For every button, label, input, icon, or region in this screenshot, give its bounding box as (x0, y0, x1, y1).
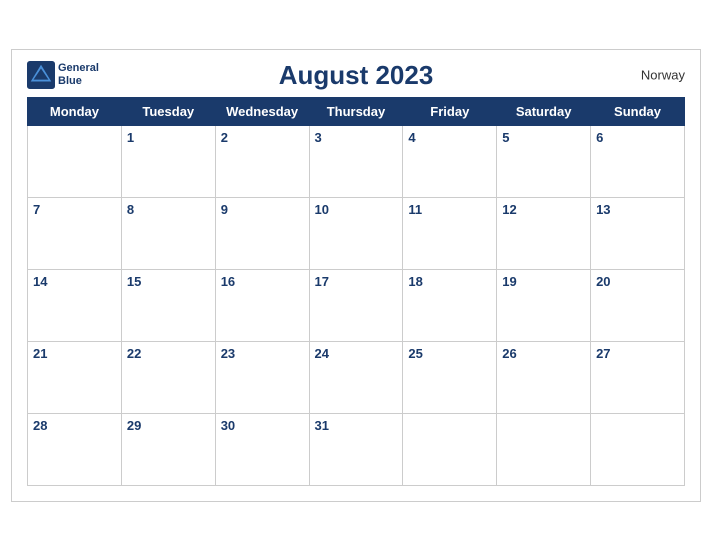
calendar-day-cell (403, 413, 497, 485)
day-number: 2 (221, 130, 228, 145)
calendar-day-cell: 12 (497, 197, 591, 269)
general-blue-logo-icon (27, 61, 55, 89)
calendar-day-cell: 18 (403, 269, 497, 341)
calendar-week-row: 21 22 23 24 25 26 27 (28, 341, 685, 413)
calendar-day-cell: 15 (121, 269, 215, 341)
day-number: 6 (596, 130, 603, 145)
calendar-day-cell: 30 (215, 413, 309, 485)
logo-area: General Blue (27, 61, 99, 89)
day-number: 29 (127, 418, 141, 433)
weekday-header-monday: Monday (28, 97, 122, 125)
day-number: 21 (33, 346, 47, 361)
calendar-day-cell: 22 (121, 341, 215, 413)
day-number: 27 (596, 346, 610, 361)
calendar-day-cell: 27 (591, 341, 685, 413)
day-number: 23 (221, 346, 235, 361)
day-number: 22 (127, 346, 141, 361)
calendar-day-cell: 2 (215, 125, 309, 197)
calendar-day-cell: 19 (497, 269, 591, 341)
day-number: 24 (315, 346, 329, 361)
calendar-day-cell: 4 (403, 125, 497, 197)
calendar-day-cell: 9 (215, 197, 309, 269)
calendar-header: General Blue August 2023 Norway (27, 60, 685, 91)
calendar-day-cell (497, 413, 591, 485)
calendar-day-cell: 6 (591, 125, 685, 197)
day-number: 20 (596, 274, 610, 289)
day-number: 11 (408, 202, 422, 217)
day-number: 26 (502, 346, 516, 361)
day-number: 28 (33, 418, 47, 433)
day-number: 5 (502, 130, 509, 145)
calendar-week-row: 28 29 30 31 (28, 413, 685, 485)
day-number: 4 (408, 130, 415, 145)
calendar-day-cell: 16 (215, 269, 309, 341)
calendar-day-cell: 21 (28, 341, 122, 413)
calendar-day-cell: 20 (591, 269, 685, 341)
day-number: 9 (221, 202, 228, 217)
day-number: 7 (33, 202, 40, 217)
calendar-day-cell: 23 (215, 341, 309, 413)
calendar-week-row: 14 15 16 17 18 19 20 (28, 269, 685, 341)
day-number: 19 (502, 274, 516, 289)
logo-text: General Blue (58, 62, 99, 88)
day-number: 25 (408, 346, 422, 361)
calendar-title: August 2023 (279, 60, 434, 91)
calendar-day-cell: 28 (28, 413, 122, 485)
calendar-body: 1234567891011121314151617181920212223242… (28, 125, 685, 485)
calendar-day-cell: 1 (121, 125, 215, 197)
weekday-header-row: MondayTuesdayWednesdayThursdayFridaySatu… (28, 97, 685, 125)
calendar-day-cell (28, 125, 122, 197)
weekday-header-friday: Friday (403, 97, 497, 125)
calendar-day-cell: 10 (309, 197, 403, 269)
day-number: 13 (596, 202, 610, 217)
calendar-day-cell: 25 (403, 341, 497, 413)
weekday-header-sunday: Sunday (591, 97, 685, 125)
calendar-day-cell: 8 (121, 197, 215, 269)
day-number: 17 (315, 274, 329, 289)
day-number: 12 (502, 202, 516, 217)
calendar-day-cell: 5 (497, 125, 591, 197)
calendar-day-cell: 14 (28, 269, 122, 341)
calendar-day-cell (591, 413, 685, 485)
day-number: 14 (33, 274, 47, 289)
calendar-container: General Blue August 2023 Norway MondayTu… (11, 49, 701, 502)
day-number: 10 (315, 202, 329, 217)
calendar-day-cell: 17 (309, 269, 403, 341)
calendar-day-cell: 3 (309, 125, 403, 197)
calendar-day-cell: 26 (497, 341, 591, 413)
calendar-week-row: 1 2 3 4 5 6 (28, 125, 685, 197)
day-number: 1 (127, 130, 134, 145)
day-number: 3 (315, 130, 322, 145)
calendar-day-cell: 7 (28, 197, 122, 269)
country-label: Norway (641, 68, 685, 83)
weekday-header-wednesday: Wednesday (215, 97, 309, 125)
day-number: 31 (315, 418, 329, 433)
day-number: 16 (221, 274, 235, 289)
weekday-header-saturday: Saturday (497, 97, 591, 125)
calendar-day-cell: 11 (403, 197, 497, 269)
calendar-day-cell: 13 (591, 197, 685, 269)
day-number: 15 (127, 274, 141, 289)
calendar-thead: MondayTuesdayWednesdayThursdayFridaySatu… (28, 97, 685, 125)
weekday-header-thursday: Thursday (309, 97, 403, 125)
day-number: 8 (127, 202, 134, 217)
weekday-header-tuesday: Tuesday (121, 97, 215, 125)
calendar-day-cell: 31 (309, 413, 403, 485)
calendar-week-row: 7 8 9 10 11 12 13 (28, 197, 685, 269)
day-number: 30 (221, 418, 235, 433)
day-number: 18 (408, 274, 422, 289)
calendar-table: MondayTuesdayWednesdayThursdayFridaySatu… (27, 97, 685, 486)
calendar-day-cell: 29 (121, 413, 215, 485)
calendar-day-cell: 24 (309, 341, 403, 413)
